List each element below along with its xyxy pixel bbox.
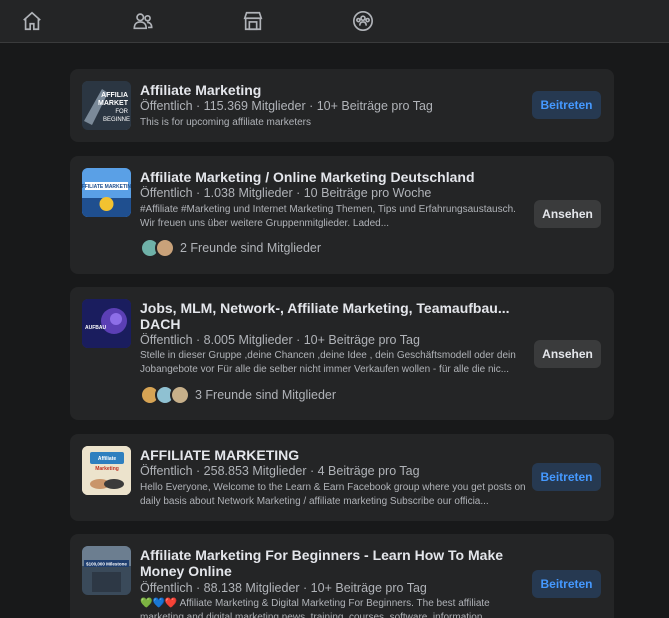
group-description: #Affiliate #Marketing und Internet Marke… (140, 204, 516, 229)
group-card[interactable]: AUFBAU Jobs, MLM, Network-, Affiliate Ma… (70, 287, 614, 420)
group-meta: Öffentlich · 1.038 Mitglieder · 10 Beitr… (140, 186, 432, 200)
group-card[interactable]: AFFILIATE MARKETING Affiliate Marketing … (70, 156, 614, 274)
group-title[interactable]: Affiliate Marketing (140, 82, 510, 98)
friends-row: 2 Freunde sind Mitglieder (140, 238, 321, 258)
marketplace-icon[interactable] (240, 8, 266, 34)
group-title[interactable]: Affiliate Marketing / Online Marketing D… (140, 169, 510, 185)
group-description: 💚💙❤️ Affiliate Marketing & Digital Marke… (140, 598, 491, 618)
friend-avatar (155, 238, 175, 258)
home-icon[interactable] (19, 8, 45, 34)
groups-icon[interactable] (350, 8, 376, 34)
group-title[interactable]: Affiliate Marketing For Beginners - Lear… (140, 547, 510, 579)
group-description: This is for upcoming affiliate marketers (140, 117, 311, 128)
group-description: Stelle in dieser Gruppe ,deine Chancen ,… (140, 350, 516, 375)
view-button[interactable]: Ansehen (534, 200, 601, 228)
svg-text:AFFILIA: AFFILIA (101, 92, 128, 99)
friends-count: 2 Freunde sind Mitglieder (180, 241, 322, 255)
group-description: Hello Everyone, Welcome to the Learn & E… (140, 482, 526, 507)
group-card[interactable]: AFFILIA MARKET FOR BEGINNE Affiliate Mar… (70, 69, 614, 142)
group-meta: Öffentlich · 258.853 Mitglieder · 4 Beit… (140, 464, 420, 478)
group-meta: Öffentlich · 88.138 Mitglieder · 10+ Bei… (140, 581, 427, 595)
view-button[interactable]: Ansehen (534, 340, 601, 368)
group-card[interactable]: $100,000 Milestone Affiliate Marketing F… (70, 534, 614, 618)
friends-count: 3 Freunde sind Mitglieder (195, 388, 337, 402)
svg-text:Marketing: Marketing (95, 466, 119, 472)
group-thumbnail[interactable]: $100,000 Milestone (82, 546, 131, 595)
friends-icon[interactable] (130, 8, 156, 34)
friend-avatar (170, 385, 190, 405)
group-meta: Öffentlich · 8.005 Mitglieder · 10+ Beit… (140, 333, 420, 347)
svg-text:AFFILIATE MARKETING: AFFILIATE MARKETING (82, 184, 131, 190)
svg-text:$100,000 Milestone: $100,000 Milestone (86, 562, 127, 567)
group-thumbnail[interactable]: AUFBAU (82, 299, 131, 348)
group-title[interactable]: AFFILIATE MARKETING (140, 447, 510, 463)
svg-text:FOR: FOR (115, 109, 128, 115)
svg-text:AUFBAU: AUFBAU (85, 325, 106, 331)
join-button[interactable]: Beitreten (532, 570, 601, 598)
group-thumbnail[interactable]: AFFILIA MARKET FOR BEGINNE (82, 81, 131, 130)
group-thumbnail[interactable]: AFFILIATE MARKETING (82, 168, 131, 217)
group-card[interactable]: Affiliate Marketing AFFILIATE MARKETING … (70, 434, 614, 521)
join-button[interactable]: Beitreten (532, 91, 601, 119)
friends-row: 3 Freunde sind Mitglieder (140, 385, 336, 405)
group-meta: Öffentlich · 115.369 Mitglieder · 10+ Be… (140, 99, 433, 113)
top-navigation (0, 0, 669, 43)
group-thumbnail[interactable]: Affiliate Marketing (82, 446, 131, 495)
svg-text:Affiliate: Affiliate (98, 456, 117, 462)
group-title[interactable]: Jobs, MLM, Network-, Affiliate Marketing… (140, 300, 510, 332)
join-button[interactable]: Beitreten (532, 463, 601, 491)
svg-text:BEGINNE: BEGINNE (103, 117, 130, 123)
svg-text:MARKET: MARKET (98, 100, 129, 107)
